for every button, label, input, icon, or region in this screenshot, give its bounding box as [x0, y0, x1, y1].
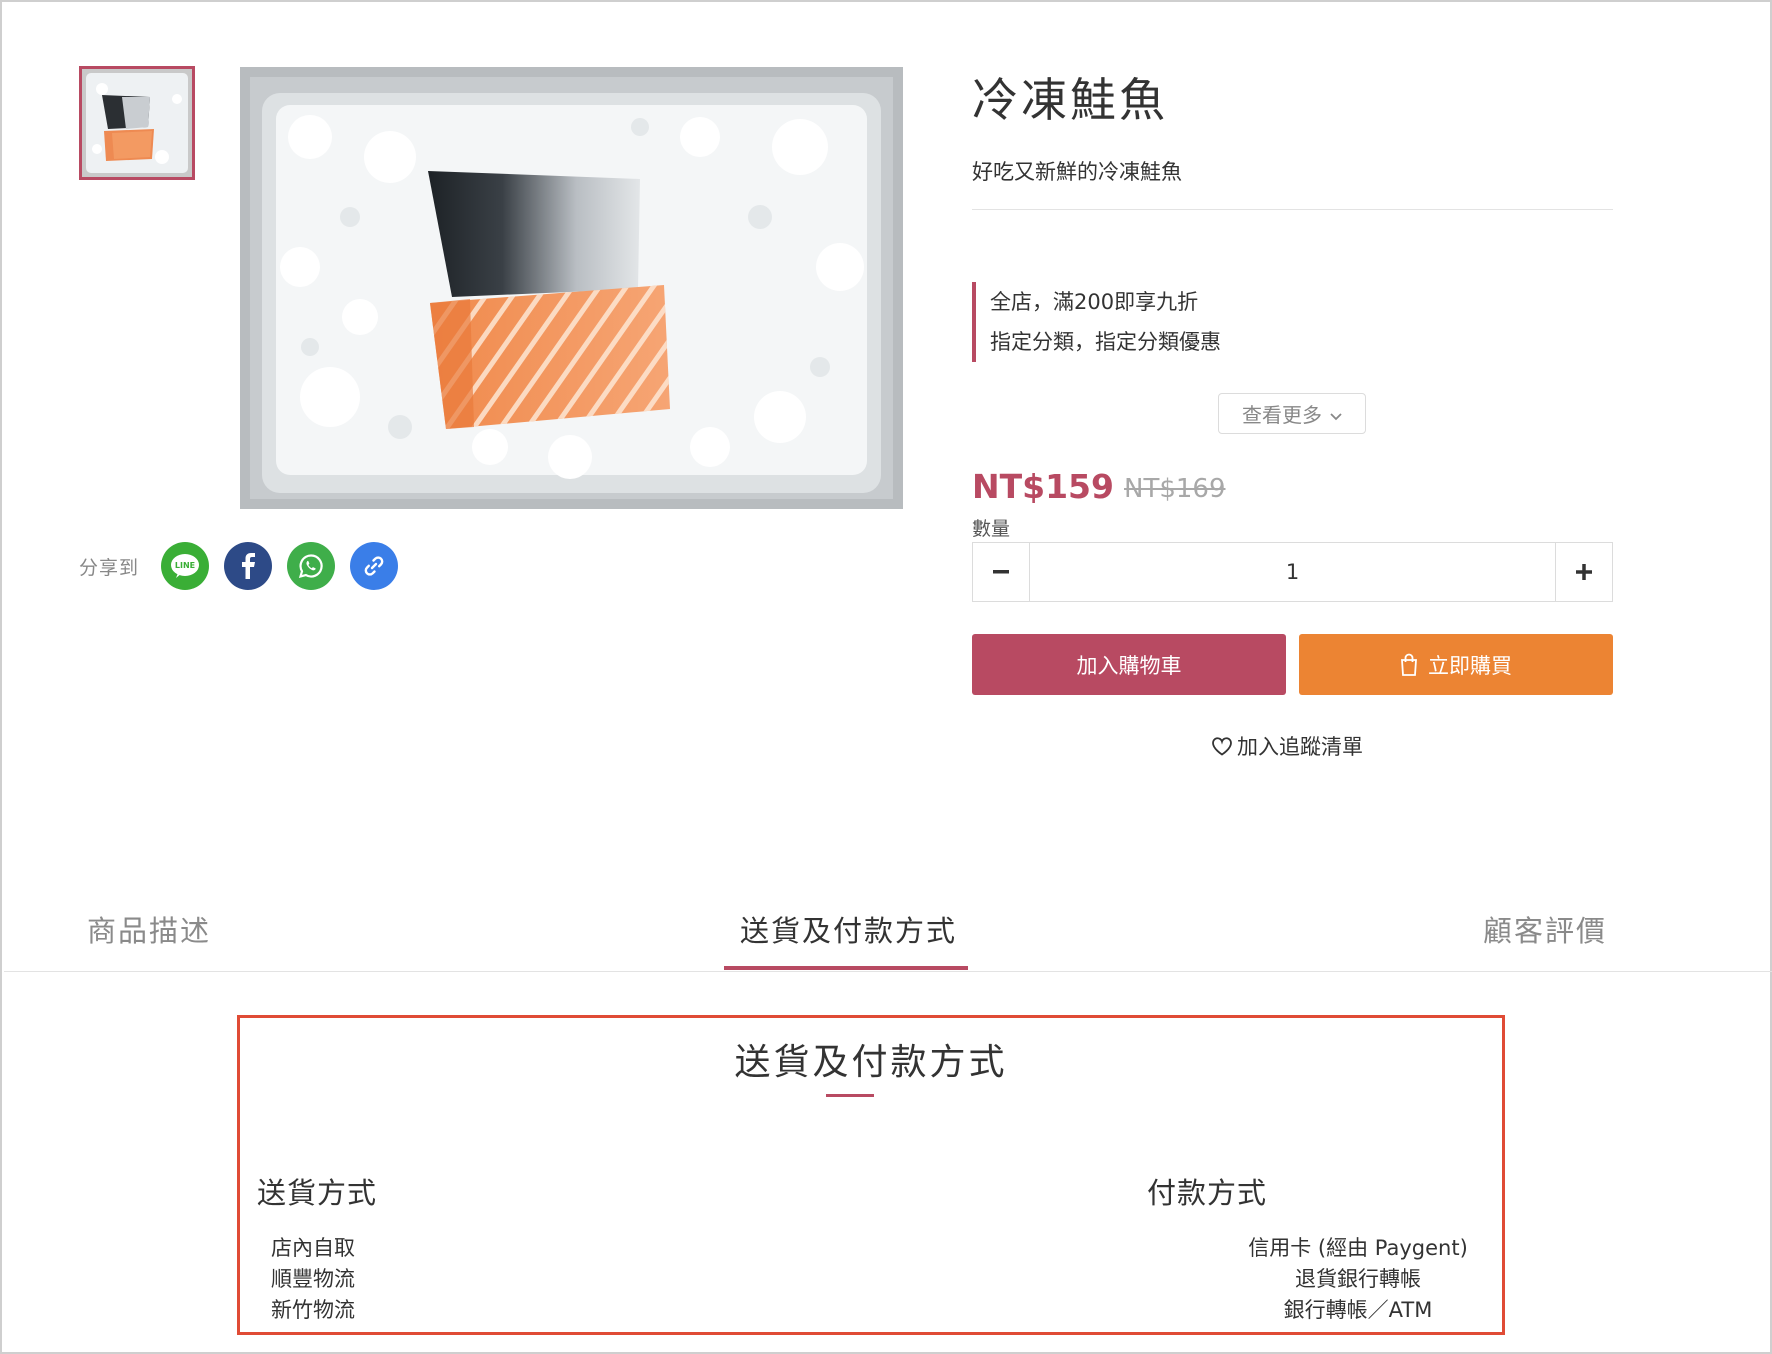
quantity-increase-button[interactable] — [1555, 543, 1612, 601]
product-title: 冷凍鮭魚 — [972, 73, 1168, 127]
payment-method: 退貨銀行轉帳 — [1295, 1267, 1421, 1291]
heart-icon — [1212, 737, 1232, 756]
product-main-image[interactable] — [240, 67, 903, 509]
line-share-button[interactable]: LINE — [161, 542, 210, 590]
shopping-bag-icon — [1401, 653, 1417, 676]
whatsapp-share-button[interactable] — [287, 542, 336, 590]
add-to-cart-label: 加入購物車 — [1076, 653, 1182, 678]
line-icon: LINE — [171, 554, 200, 578]
copy-link-button[interactable] — [350, 542, 399, 590]
facebook-icon — [242, 553, 256, 579]
shipping-heading: 送貨方式 — [257, 1176, 378, 1210]
salmon-thumbnail-image — [82, 69, 192, 177]
shipping-methods-list: 店內自取 順豐物流 新竹物流 — [271, 1233, 355, 1326]
quantity-decrease-button[interactable] — [973, 543, 1030, 601]
section-title-underline — [826, 1094, 874, 1097]
promotion-list: 全店，滿200即享九折 指定分類，指定分類優惠 — [972, 282, 1221, 362]
promotion-item: 指定分類，指定分類優惠 — [990, 330, 1221, 354]
add-to-cart-button[interactable]: 加入購物車 — [972, 634, 1286, 695]
quantity-label: 數量 — [972, 518, 1011, 540]
tab-reviews[interactable]: 顧客評價 — [1483, 908, 1607, 950]
chevron-down-icon — [1330, 402, 1342, 426]
view-more-button[interactable]: 查看更多 — [1218, 393, 1366, 434]
quantity-stepper — [972, 542, 1613, 602]
delivery-payment-panel: 送貨及付款方式 送貨方式 店內自取 順豐物流 新竹物流 付款方式 信用卡 (經由… — [237, 1015, 1505, 1335]
salmon-on-ice-image — [240, 67, 903, 509]
buy-now-label: 立即購買 — [1428, 653, 1512, 678]
payment-heading: 付款方式 — [1146, 1176, 1267, 1210]
line-logo-text: LINE — [175, 561, 195, 570]
link-icon — [364, 556, 384, 576]
tabs-divider — [4, 971, 1772, 972]
share-label: 分享到 — [79, 556, 140, 579]
page-frame: 分享到 LINE 冷凍鮭魚 好吃又新鮮的冷凍鮭魚 全店，滿200即享九折 指定分… — [0, 0, 1772, 1354]
tab-delivery-payment[interactable]: 送貨及付款方式 — [740, 908, 957, 950]
shipping-method: 店內自取 — [271, 1236, 355, 1260]
quantity-input[interactable] — [1030, 543, 1555, 601]
tab-description[interactable]: 商品描述 — [87, 908, 211, 950]
active-tab-indicator — [724, 966, 968, 970]
section-title: 送貨及付款方式 — [734, 1042, 1008, 1083]
promotion-item: 全店，滿200即享九折 — [990, 290, 1199, 314]
info-divider — [972, 209, 1613, 210]
facebook-share-button[interactable] — [224, 542, 273, 590]
shipping-method: 新竹物流 — [271, 1298, 355, 1322]
original-price: NT$169 — [1124, 474, 1226, 504]
buy-now-button[interactable]: 立即購買 — [1299, 634, 1613, 695]
minus-icon — [993, 570, 1009, 574]
plus-icon — [1576, 564, 1592, 580]
payment-method: 信用卡 (經由 Paygent) — [1248, 1236, 1468, 1260]
product-thumbnail[interactable] — [79, 66, 195, 180]
product-subtitle: 好吃又新鮮的冷凍鮭魚 — [972, 160, 1182, 184]
view-more-label: 查看更多 — [1242, 403, 1322, 427]
wishlist-label: 加入追蹤清單 — [1237, 735, 1363, 759]
shipping-method: 順豐物流 — [271, 1267, 355, 1291]
whatsapp-icon — [298, 554, 323, 579]
add-to-wishlist-button[interactable]: 加入追蹤清單 — [1211, 731, 1363, 761]
share-bar: 分享到 LINE — [79, 542, 413, 590]
payment-methods-list: 信用卡 (經由 Paygent) 退貨銀行轉帳 銀行轉帳／ATM — [1228, 1233, 1488, 1326]
payment-method: 銀行轉帳／ATM — [1283, 1298, 1433, 1322]
sale-price: NT$159 — [972, 467, 1114, 506]
